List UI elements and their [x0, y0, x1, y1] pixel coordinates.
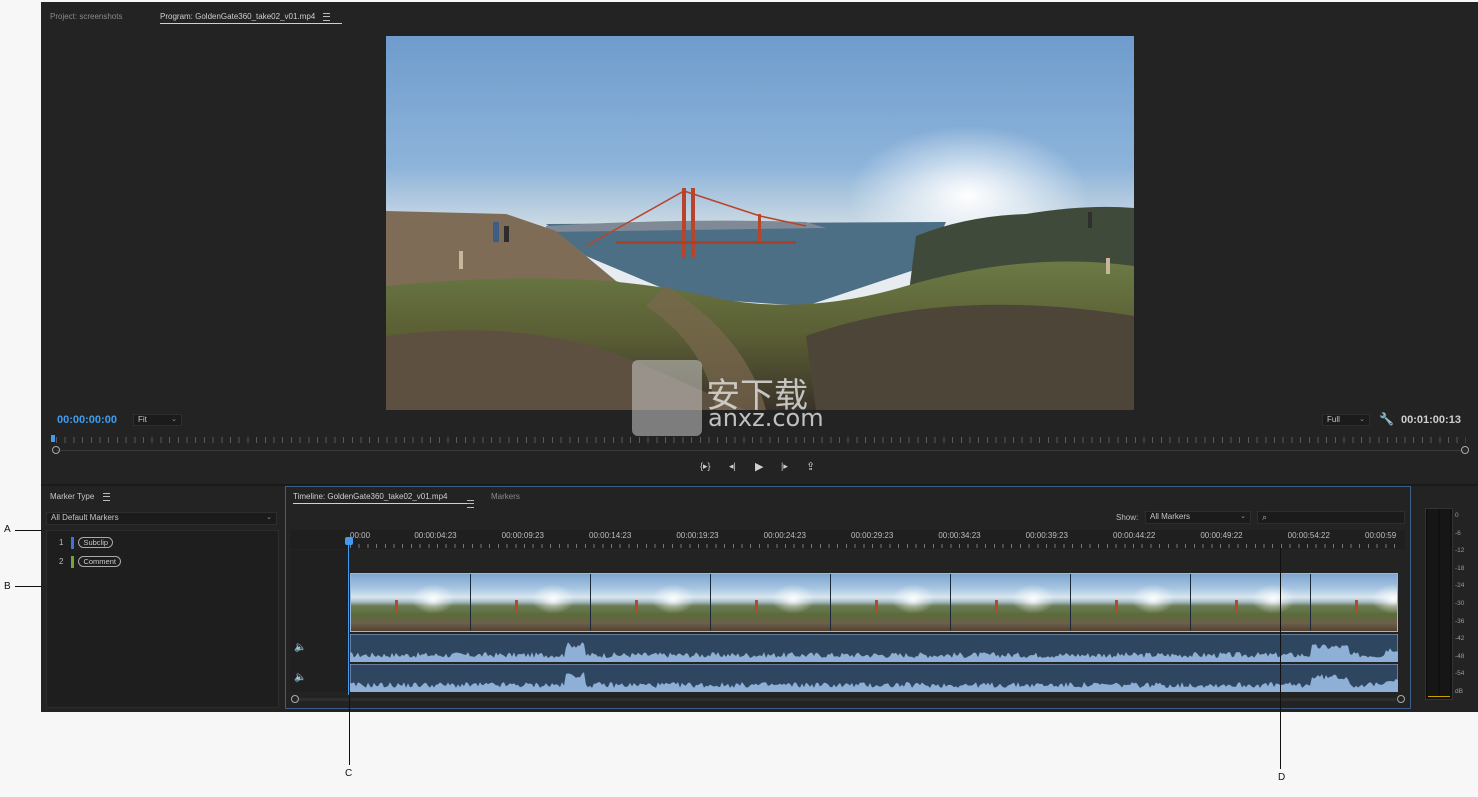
- meter-scale-label: -12: [1455, 547, 1465, 555]
- ruler-label: 00:00:04:23: [414, 531, 457, 540]
- chevron-down-icon: ⌄: [1240, 513, 1246, 520]
- ruler-label: 00:00:14:23: [589, 531, 632, 540]
- duration-timecode: 00:01:00:13: [1401, 414, 1461, 426]
- callout-d: D: [1278, 772, 1286, 783]
- callout-a: A: [4, 524, 11, 535]
- scroll-handle-right[interactable]: [1397, 695, 1405, 703]
- ruler-label: 00:00: [350, 531, 371, 540]
- meter-scale-label: -24: [1455, 582, 1465, 590]
- menu-icon[interactable]: [467, 499, 474, 508]
- zoom-handle-left[interactable]: [52, 446, 60, 454]
- timeline-playhead-line[interactable]: [348, 545, 349, 695]
- step-back-icon[interactable]: ◂|: [729, 461, 745, 475]
- video-clip[interactable]: [350, 573, 1398, 632]
- marker-label[interactable]: Comment: [78, 556, 121, 568]
- meter-scale-label: -36: [1455, 617, 1465, 625]
- quality-select[interactable]: Full ⌄: [1322, 414, 1370, 426]
- speaker-icon[interactable]: 🔈: [294, 642, 306, 653]
- marker-list: 1 Subclip 2 Comment: [46, 530, 279, 708]
- meter-scale-label: -6: [1455, 529, 1461, 537]
- show-markers-value: All Markers: [1150, 512, 1191, 521]
- search-icon: ⌕: [1262, 512, 1268, 522]
- callout-b-line: [15, 586, 42, 587]
- marker-index: 2: [59, 557, 64, 567]
- marker-filter-select[interactable]: All Default Markers ⌄: [46, 512, 277, 525]
- callout-c: C: [345, 768, 353, 779]
- ruler-label: 00:00:39:23: [1025, 531, 1068, 540]
- audio-clip-2[interactable]: [350, 664, 1398, 692]
- ruler-label: 00:00:34:23: [938, 531, 981, 540]
- step-forward-icon[interactable]: |▸: [781, 461, 797, 475]
- ruler-label: 00:00:49:22: [1200, 531, 1243, 540]
- meter-scale-label: -42: [1455, 635, 1465, 643]
- callout-a-line: [15, 530, 42, 531]
- marker-type-title-text: Marker Type: [50, 492, 95, 501]
- chevron-down-icon: ⌄: [1359, 416, 1365, 423]
- tab-timeline[interactable]: Timeline: GoldenGate360_take02_v01.mp4: [293, 492, 474, 504]
- timeline-ruler-ticks: [350, 544, 1398, 548]
- zoom-select-value: Fit: [138, 415, 147, 424]
- tab-markers[interactable]: Markers: [491, 492, 520, 501]
- marker-search-input[interactable]: ⌕: [1257, 511, 1405, 524]
- ruler-label: 00:00:19:23: [676, 531, 719, 540]
- ruler-label: 00:00:44:22: [1113, 531, 1156, 540]
- track-headers: [290, 550, 348, 692]
- callout-b: B: [4, 581, 11, 592]
- watermark-sub: anxz.com: [708, 404, 824, 432]
- audio-clip-1[interactable]: [350, 634, 1398, 662]
- ruler-label: 00:00:09:23: [501, 531, 544, 540]
- quality-select-value: Full: [1327, 415, 1340, 424]
- marker-filter-value: All Default Markers: [51, 513, 119, 522]
- zoom-select[interactable]: Fit ⌄: [133, 414, 182, 426]
- zoom-handle-right[interactable]: [1461, 446, 1469, 454]
- marker-item-subclip[interactable]: 1 Subclip: [59, 537, 114, 549]
- timeline-scrollbar[interactable]: [296, 698, 1396, 701]
- marker-color-swatch: [71, 537, 75, 549]
- current-timecode[interactable]: 00:00:00:00: [57, 414, 117, 426]
- timeline-playhead-handle[interactable]: [345, 537, 353, 545]
- insert-marker-icon[interactable]: {▸}: [700, 461, 716, 475]
- ruler-label: 00:00:29:23: [851, 531, 894, 540]
- marker-color-swatch: [71, 556, 75, 568]
- menu-icon[interactable]: [323, 12, 331, 21]
- tab-timeline-label: Timeline: GoldenGate360_take02_v01.mp4: [293, 492, 448, 501]
- speaker-icon[interactable]: 🔈: [294, 672, 306, 683]
- zoom-scroll-track[interactable]: [56, 450, 1466, 451]
- program-monitor-video: [386, 36, 1134, 410]
- tab-program-label: Program: GoldenGate360_take02_v01.mp4: [160, 12, 316, 21]
- monitor-time-ruler[interactable]: [56, 437, 1466, 443]
- marker-type-title: Marker Type: [50, 492, 110, 501]
- ruler-label: 00:00:59: [1365, 531, 1397, 540]
- meter-scale-label: -54: [1455, 670, 1465, 678]
- meter-scale-label: -30: [1455, 600, 1465, 607]
- meter-scale-label: -18: [1455, 564, 1465, 572]
- marker-label[interactable]: Subclip: [78, 537, 114, 549]
- scroll-handle-left[interactable]: [291, 695, 299, 703]
- play-icon[interactable]: ▶: [755, 460, 771, 474]
- chevron-down-icon: ⌄: [266, 514, 272, 521]
- meter-scale-label: dB: [1455, 688, 1463, 695]
- tab-program[interactable]: Program: GoldenGate360_take02_v01.mp4: [160, 12, 342, 24]
- meter-scale-label: -48: [1455, 652, 1465, 660]
- ruler-label: 00:00:54:22: [1287, 531, 1330, 540]
- menu-icon[interactable]: [102, 492, 110, 501]
- tab-project[interactable]: Project: screenshots: [50, 12, 122, 21]
- ruler-label: 00:00:24:23: [763, 531, 806, 540]
- playhead-marker[interactable]: [51, 435, 55, 442]
- meter-scale-label: 0: [1455, 512, 1459, 519]
- show-label: Show:: [1116, 513, 1139, 522]
- marker-item-comment[interactable]: 2 Comment: [59, 556, 121, 568]
- wrench-icon[interactable]: 🔧: [1379, 412, 1394, 426]
- callout-c-line: [349, 690, 350, 765]
- chevron-down-icon: ⌄: [171, 416, 177, 423]
- audio-meter: [1425, 508, 1453, 700]
- show-markers-select[interactable]: All Markers ⌄: [1145, 511, 1251, 524]
- callout-d-line: [1280, 545, 1281, 769]
- marker-index: 1: [59, 538, 64, 548]
- watermark-shield-icon: [632, 360, 702, 436]
- export-frame-icon[interactable]: ⇪: [806, 460, 822, 474]
